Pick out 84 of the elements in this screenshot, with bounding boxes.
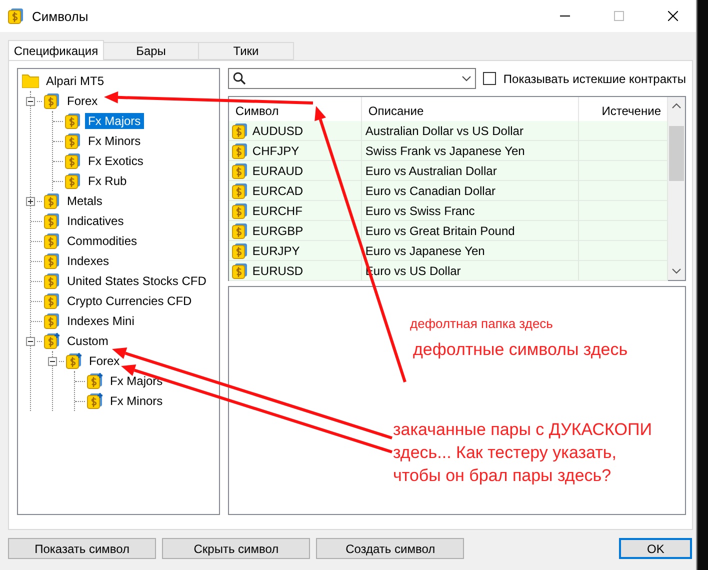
symbol-group-icon: [44, 213, 60, 229]
table-cell: Euro vs Canadian Dollar: [362, 181, 580, 201]
table-cell: Euro vs Great Britain Pound: [362, 221, 580, 241]
symbol-group-icon: [232, 162, 248, 178]
tree-item[interactable]: Fx Majors: [107, 373, 166, 389]
tree-item[interactable]: Indexes Mini: [64, 313, 138, 329]
symbol-group-icon: [44, 293, 60, 309]
collapse-toggle[interactable]: [48, 356, 57, 366]
tree-item[interactable]: Alpari MT5: [43, 73, 108, 89]
symbol-group-icon: [232, 122, 248, 138]
expand-toggle[interactable]: [26, 196, 35, 206]
tree-item[interactable]: Custom: [64, 333, 112, 349]
scroll-up-icon: [672, 103, 681, 109]
symbol-group-icon: [232, 222, 248, 238]
collapse-toggle[interactable]: [26, 336, 35, 346]
tab[interactable]: Бары: [103, 42, 199, 60]
dialog-button[interactable]: Показать символ: [8, 538, 156, 559]
checkbox-label: Показывать истекшие контракты: [503, 72, 686, 86]
checkbox[interactable]: [483, 72, 496, 85]
symbol-group-icon: [44, 273, 60, 289]
tree-item[interactable]: Forex: [86, 353, 123, 369]
symbol-group-icon: [44, 233, 60, 249]
table-cell: Australian Dollar vs US Dollar: [362, 121, 580, 141]
symbol-group-icon: [44, 313, 60, 329]
plus-icon: [27, 198, 34, 204]
symbol-name: EURCHF: [252, 204, 302, 218]
symbol-name: EURGBP: [252, 224, 304, 238]
maximize-icon: [614, 11, 624, 21]
symbol-group-icon: [65, 113, 81, 129]
symbol-group-plus-icon: [44, 333, 60, 349]
annotation-text: дефолтная папка здесь: [410, 315, 553, 333]
symbol-name: EURAUD: [252, 164, 304, 178]
tree-item[interactable]: Crypto Currencies CFD: [64, 293, 195, 309]
tree-item[interactable]: Fx Rub: [85, 173, 130, 189]
table-cell: Euro vs Swiss Franc: [362, 201, 580, 221]
symbol-group-icon: [65, 133, 81, 149]
symbol-name: EURUSD: [252, 264, 304, 278]
tab[interactable]: Спецификация: [8, 40, 104, 60]
symbol-group-icon: [232, 262, 248, 278]
annotation-text: закачанные пары с ДУКАСКОПИ здесь... Как тестеру указать, чтобы он брал пары здесь?: [393, 419, 653, 487]
dialog-button[interactable]: Создать символ: [316, 538, 464, 559]
symbol-group-icon: [232, 242, 248, 258]
symbol-name: AUDUSD: [252, 124, 304, 138]
table-cell: Euro vs Japanese Yen: [362, 241, 580, 261]
symbol-name: EURCAD: [252, 184, 304, 198]
tree-item[interactable]: Forex: [64, 93, 101, 109]
dropdown-caret-icon: [462, 76, 472, 82]
dialog-button[interactable]: Скрыть символ: [162, 538, 310, 559]
tree-item[interactable]: Indicatives: [64, 213, 127, 229]
search-icon: [233, 72, 246, 85]
collapse-toggle[interactable]: [26, 96, 35, 106]
dialog-button[interactable]: OK: [619, 538, 692, 559]
symbol-group-icon: [65, 173, 81, 189]
tree-item[interactable]: Fx Exotics: [85, 153, 146, 169]
tree-item[interactable]: Fx Minors: [107, 393, 166, 409]
symbol-group-plus-icon: [87, 393, 103, 409]
search-field[interactable]: [228, 68, 476, 89]
folder-icon: [22, 74, 39, 88]
symbol-group-icon: [232, 182, 248, 198]
tree-item[interactable]: United States Stocks CFD: [64, 273, 210, 289]
window-title: Символы: [32, 8, 90, 24]
table-cell: Euro vs Australian Dollar: [362, 161, 580, 181]
symbol-name: CHFJPY: [252, 144, 300, 158]
symbol-group-icon: [232, 202, 248, 218]
symbol-group-icon: [44, 93, 60, 109]
symbol-group-plus-icon: [87, 373, 103, 389]
annotation-text: дефолтные символы здесь: [413, 339, 628, 361]
scroll-down-icon: [672, 268, 681, 274]
symbol-group-icon: [65, 153, 81, 169]
table-cell: Swiss Frank vs Japanese Yen: [362, 141, 580, 161]
symbol-group-plus-icon: [66, 353, 82, 369]
tree-item[interactable]: Commodities: [64, 233, 140, 249]
scrollbar[interactable]: [668, 97, 685, 280]
symbol-name: EURJPY: [252, 244, 300, 258]
tree-item[interactable]: Indexes: [64, 253, 112, 269]
close-icon: [668, 11, 678, 21]
symbol-group-icon: [232, 142, 248, 158]
tab[interactable]: Тики: [198, 42, 294, 60]
symbol-group-icon: [44, 253, 60, 269]
tree-item[interactable]: Metals: [64, 193, 106, 209]
symbol-group-icon: [8, 8, 24, 24]
symbol-group-icon: [44, 193, 60, 209]
tree-item[interactable]: Fx Minors: [85, 133, 144, 149]
tree-item[interactable]: Fx Majors: [85, 113, 144, 129]
